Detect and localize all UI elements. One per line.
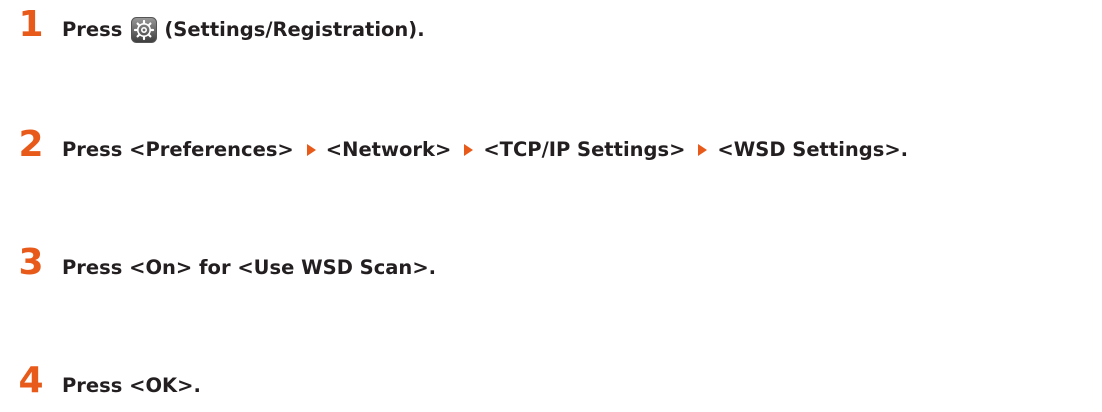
- step-number: 1: [18, 4, 44, 45]
- arrow-right-icon: [464, 143, 474, 156]
- step-text-label: Press <OK>.: [62, 374, 201, 397]
- menu-path-tcpip-settings: <TCP/IP Settings>: [483, 138, 686, 161]
- step-number: 4: [18, 360, 44, 401]
- step-2: 2 Press <Preferences> <Network> <TCP/IP …: [0, 124, 908, 165]
- settings-registration-icon: [131, 16, 158, 43]
- step-text-label: (Settings/Registration).: [164, 18, 425, 41]
- step-instruction: Press <OK>.: [62, 374, 201, 397]
- step-text-label: Press <On> for <Use WSD Scan>.: [62, 256, 437, 279]
- menu-path-network: <Network>: [325, 138, 452, 161]
- step-number: 3: [18, 242, 44, 283]
- step-1: 1 Press (Settings/Registration).: [0, 4, 425, 45]
- step-instruction: Press <On> for <Use WSD Scan>.: [62, 256, 436, 279]
- arrow-right-icon: [698, 143, 708, 156]
- menu-path-wsd-settings: <WSD Settings>.: [717, 138, 909, 161]
- step-number: 2: [18, 124, 44, 165]
- step-3: 3 Press <On> for <Use WSD Scan>.: [0, 242, 436, 283]
- step-instruction: Press (Settings/Registration).: [62, 16, 425, 43]
- arrow-right-icon: [306, 143, 316, 156]
- step-4: 4 Press <OK>.: [0, 360, 201, 401]
- step-text-press: Press <Preferences>: [62, 138, 294, 161]
- step-text-press: Press: [62, 18, 123, 41]
- step-instruction: Press <Preferences> <Network> <TCP/IP Se…: [62, 138, 908, 161]
